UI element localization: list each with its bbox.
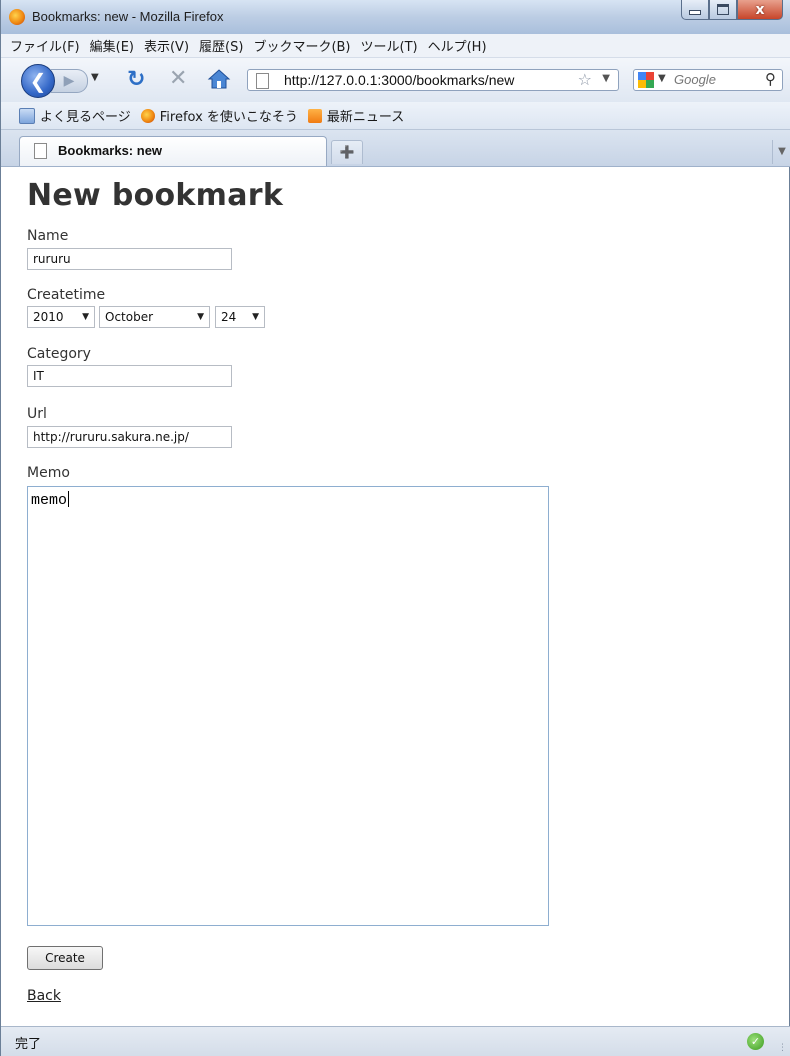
- menu-bookmarks[interactable]: ブックマーク(B): [248, 36, 355, 55]
- reload-icon[interactable]: ↻: [127, 67, 145, 92]
- maximize-icon: [717, 4, 729, 15]
- category-label: Category: [27, 346, 91, 362]
- page-icon: [256, 73, 269, 89]
- text-cursor: [68, 491, 70, 507]
- year-select[interactable]: 2010 ▼: [27, 306, 95, 328]
- title-bar: Bookmarks: new - Mozilla Firefox x: [1, 0, 790, 35]
- forward-button[interactable]: ▶: [51, 69, 88, 93]
- url-field[interactable]: http://rururu.sakura.ne.jp/: [27, 426, 232, 448]
- checkmark-icon: ✓: [747, 1033, 764, 1050]
- firefox-icon: [140, 108, 155, 123]
- close-icon: x: [755, 1, 765, 18]
- menu-help[interactable]: ヘルプ(H): [423, 36, 492, 55]
- category-field[interactable]: IT: [27, 365, 232, 387]
- window-title: Bookmarks: new - Mozilla Firefox: [32, 9, 224, 24]
- url-label: Url: [27, 406, 47, 422]
- new-tab-button[interactable]: ➕: [331, 140, 363, 164]
- search-bar[interactable]: ▼ Google ⚲: [633, 69, 783, 91]
- minimize-icon: [689, 10, 701, 15]
- page-title: New bookmark: [27, 178, 284, 213]
- rss-icon: [307, 108, 322, 123]
- stop-icon[interactable]: ✕: [169, 66, 187, 91]
- page-content: New bookmark Name rururu Createtime 2010…: [27, 168, 777, 1026]
- tab-bookmarks-new[interactable]: Bookmarks: new: [19, 136, 327, 166]
- bookmark-latest-news[interactable]: 最新ニュース: [307, 106, 405, 125]
- status-text: 完了: [15, 1037, 42, 1052]
- menu-bar: ファイル(F) 編集(E) 表示(V) 履歴(S) ブックマーク(B) ツール(…: [1, 34, 790, 58]
- memo-text: memo: [31, 492, 68, 509]
- bookmark-label: Firefox を使いこなそう: [159, 110, 298, 125]
- bookmark-label: よく見るページ: [40, 110, 131, 125]
- month-select[interactable]: October ▼: [99, 306, 210, 328]
- tab-label: Bookmarks: new: [58, 143, 163, 158]
- create-button[interactable]: Create: [27, 946, 103, 970]
- engine-dropdown-icon[interactable]: ▼: [658, 73, 666, 84]
- chevron-down-icon: ▼: [778, 146, 786, 157]
- chevron-down-icon: ▼: [197, 312, 204, 322]
- google-icon[interactable]: [638, 72, 654, 88]
- bookmark-most-visited[interactable]: よく見るページ: [19, 106, 131, 125]
- close-button[interactable]: x: [737, 0, 783, 20]
- back-icon: ❮: [29, 69, 47, 93]
- forward-icon: ▶: [63, 73, 75, 89]
- history-dropdown-icon[interactable]: ▼: [91, 72, 99, 83]
- menu-edit[interactable]: 編集(E): [85, 36, 139, 55]
- smart-folder-icon: [19, 107, 35, 124]
- search-placeholder[interactable]: Google: [674, 72, 716, 87]
- bookmarks-toolbar: よく見るページ Firefox を使いこなそう 最新ニュース: [1, 102, 790, 130]
- month-value: October: [105, 310, 154, 324]
- url-text[interactable]: http://127.0.0.1:3000/bookmarks/new: [284, 72, 514, 88]
- resize-grip-icon[interactable]: ⋮: [778, 1043, 787, 1053]
- firefox-icon: [9, 9, 25, 25]
- year-value: 2010: [33, 310, 64, 324]
- home-icon[interactable]: [207, 68, 231, 90]
- url-dropdown-icon[interactable]: ▼: [602, 73, 610, 84]
- bookmark-label: 最新ニュース: [326, 110, 405, 125]
- minimize-button[interactable]: [681, 0, 709, 20]
- window-controls: x: [681, 0, 783, 22]
- navigation-toolbar: ▶ ❮ ▼ ↻ ✕ http://127.0.0.1:3000/bookmark…: [1, 58, 790, 103]
- menu-file[interactable]: ファイル(F): [5, 36, 85, 55]
- tab-list-button[interactable]: ▼: [772, 140, 790, 164]
- back-button[interactable]: ❮: [21, 64, 55, 98]
- createtime-label: Createtime: [27, 287, 106, 303]
- star-icon[interactable]: ☆: [578, 70, 592, 89]
- menu-history[interactable]: 履歴(S): [194, 36, 248, 55]
- browser-window: Bookmarks: new - Mozilla Firefox x ファイル(…: [0, 0, 790, 1056]
- day-select[interactable]: 24 ▼: [215, 306, 265, 328]
- page-icon: [34, 143, 47, 159]
- chevron-down-icon: ▼: [82, 312, 89, 322]
- memo-textarea[interactable]: memo: [27, 486, 549, 926]
- day-value: 24: [221, 310, 237, 324]
- search-icon[interactable]: ⚲: [765, 70, 776, 88]
- tab-strip: Bookmarks: new ➕ ▼: [1, 130, 790, 167]
- maximize-button[interactable]: [709, 0, 737, 20]
- url-bar[interactable]: http://127.0.0.1:3000/bookmarks/new ☆ ▼: [247, 69, 619, 91]
- status-bar: 完了 ✓ ⋮: [1, 1026, 790, 1056]
- name-label: Name: [27, 228, 69, 244]
- bookmark-firefox-guide[interactable]: Firefox を使いこなそう: [140, 106, 298, 125]
- name-field[interactable]: rururu: [27, 248, 232, 270]
- plus-icon: ➕: [339, 145, 355, 159]
- memo-label: Memo: [27, 465, 70, 481]
- menu-tools[interactable]: ツール(T): [356, 36, 423, 55]
- chevron-down-icon: ▼: [252, 312, 259, 322]
- back-link[interactable]: Back: [27, 988, 61, 1004]
- menu-view[interactable]: 表示(V): [139, 36, 194, 55]
